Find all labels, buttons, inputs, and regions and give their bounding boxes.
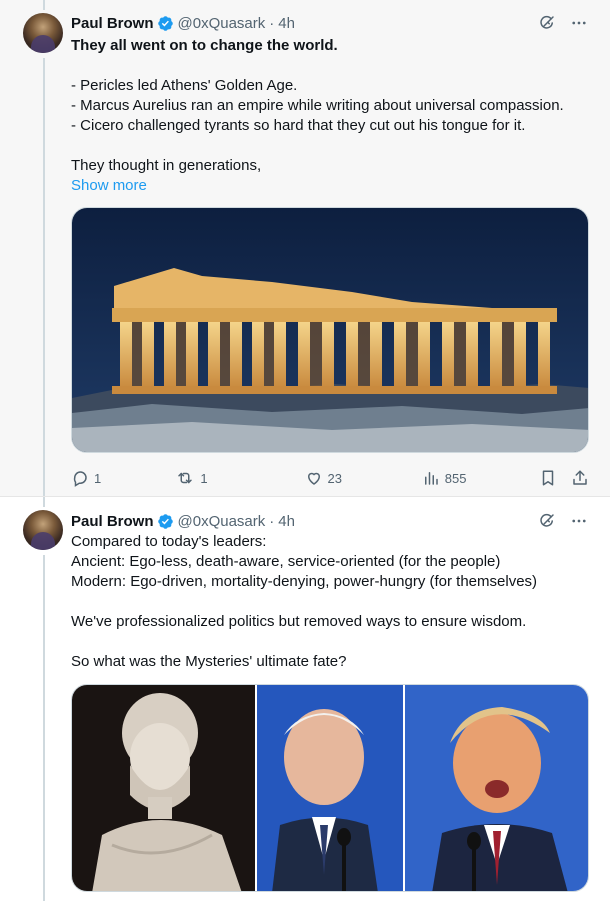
like-count: 23 — [327, 470, 342, 486]
tweet-actions: 1 1 23 855 — [71, 468, 589, 488]
tweet-line: - Pericles led Athens' Golden Age. — [71, 77, 298, 94]
thread-line — [43, 0, 45, 10]
author-name[interactable]: Paul Brown — [71, 513, 154, 530]
tweet[interactable]: Paul Brown @0xQuasark · 4h Compared to t… — [0, 496, 610, 901]
avatar[interactable] — [23, 510, 63, 550]
share-icon[interactable] — [571, 469, 589, 487]
tweet-header: Paul Brown @0xQuasark · 4h — [71, 511, 295, 531]
separator: · — [269, 512, 275, 530]
reply-button[interactable]: 1 — [71, 469, 175, 487]
author-name[interactable]: Paul Brown — [71, 15, 154, 32]
views-icon — [424, 472, 438, 485]
separator: · — [269, 14, 275, 32]
repost-icon — [178, 472, 193, 484]
thread-line — [43, 58, 45, 496]
views-button[interactable]: 855 — [422, 469, 539, 487]
tweet-line: - Cicero challenged tyrants so hard that… — [71, 117, 526, 134]
timestamp[interactable]: 4h — [278, 513, 295, 530]
parthenon-photo — [72, 208, 588, 452]
tweet-line: They thought in generations, — [71, 157, 262, 174]
show-more-link[interactable]: Show more — [71, 176, 591, 196]
tweet-text: They all went on to change the world. - … — [71, 36, 591, 196]
tweet-line: Compared to today's leaders: — [71, 533, 267, 550]
grok-icon[interactable] — [538, 14, 556, 32]
tweet-top-actions — [538, 512, 588, 530]
tweet-lead: They all went on to change the world. — [71, 37, 338, 54]
author-handle[interactable]: @0xQuasark — [178, 15, 266, 32]
timestamp[interactable]: 4h — [278, 15, 295, 32]
verified-badge-icon[interactable] — [157, 15, 174, 32]
leaders-collage-photo — [72, 685, 588, 891]
more-icon[interactable] — [570, 14, 588, 32]
thread-line — [43, 555, 45, 901]
verified-badge-icon[interactable] — [157, 513, 174, 530]
reply-count: 1 — [94, 470, 102, 486]
views-count: 855 — [444, 470, 467, 486]
thread-line — [43, 497, 45, 507]
repost-count: 1 — [200, 470, 208, 486]
tweet-line: Ancient: Ego-less, death-aware, service-… — [71, 553, 501, 570]
tweet-line: - Marcus Aurelius ran an empire while wr… — [71, 97, 564, 114]
reply-icon — [73, 471, 87, 487]
tweet-right-actions — [539, 469, 589, 487]
repost-button[interactable]: 1 — [175, 469, 304, 487]
author-handle[interactable]: @0xQuasark — [178, 513, 266, 530]
tweet-image[interactable] — [71, 684, 589, 892]
tweet-line: Modern: Ego-driven, mortality-denying, p… — [71, 573, 538, 590]
tweet-image[interactable] — [71, 207, 589, 453]
tweet-line: We've professionalized politics but remo… — [71, 613, 527, 630]
more-icon[interactable] — [570, 512, 588, 530]
tweet-line: So what was the Mysteries' ultimate fate… — [71, 653, 347, 670]
bookmark-icon[interactable] — [539, 469, 557, 487]
like-button[interactable]: 23 — [305, 469, 422, 487]
like-icon — [307, 472, 320, 485]
tweet-text: Compared to today's leaders: Ancient: Eg… — [71, 532, 591, 672]
avatar[interactable] — [23, 13, 63, 53]
tweet[interactable]: Paul Brown @0xQuasark · 4h They all went… — [0, 0, 610, 496]
grok-icon[interactable] — [538, 512, 556, 530]
tweet-header: Paul Brown @0xQuasark · 4h — [71, 13, 295, 33]
tweet-top-actions — [538, 14, 588, 32]
